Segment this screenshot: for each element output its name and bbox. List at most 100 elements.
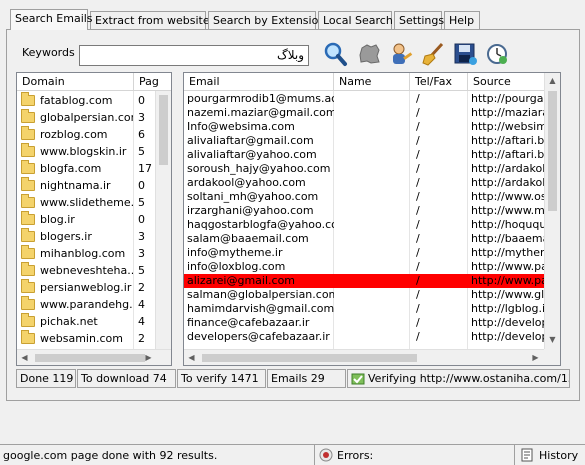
tab-settings[interactable]: Settings	[394, 11, 444, 29]
list-item[interactable]: blog.ir 0	[17, 211, 155, 228]
domain-name: www.blogskin.ir	[40, 145, 127, 158]
verify-check-icon	[351, 372, 365, 387]
status-message: google.com page done with 92 results.	[0, 444, 314, 465]
email-list[interactable]: Email Name Tel/Fax Source pourgarmrodib1…	[183, 72, 561, 366]
domain-name: fatablog.com	[40, 94, 113, 107]
scroll-up-arrow[interactable]: ▲	[545, 73, 560, 88]
errors-indicator[interactable]: Errors:	[314, 444, 514, 465]
table-row[interactable]: salam@baaemail.com / http://baaema	[184, 232, 544, 246]
email-cell: pourgarmrodib1@mums.ac.ir	[187, 92, 334, 105]
email-cell: alivaliaftar@gmail.com	[187, 134, 314, 147]
list-item[interactable]: mihanblog.com 3	[17, 245, 155, 262]
tab-extract-from-websites[interactable]: Extract from website(s)	[90, 11, 224, 29]
history-icon	[520, 448, 534, 465]
table-row[interactable]: hamimdarvish@gmail.com / http://lgblog.ir	[184, 302, 544, 316]
scroll-left-arrow[interactable]: ◀	[17, 350, 32, 365]
domain-name: persianweblog.ir	[40, 281, 132, 294]
scroll-thumb[interactable]	[202, 354, 417, 362]
history-button[interactable]: History	[514, 444, 585, 465]
column-header-email[interactable]: Email	[184, 73, 334, 91]
tel-fax-cell: /	[416, 288, 420, 301]
list-item[interactable]: websamin.com 2	[17, 330, 155, 347]
source-cell: http://websima	[471, 120, 544, 133]
list-item[interactable]: webneveshteha.... 5	[17, 262, 155, 279]
source-cell: http://mytheme	[471, 246, 544, 259]
list-item[interactable]: rozblog.com 6	[17, 126, 155, 143]
tab-local-search[interactable]: Local Search	[318, 11, 393, 29]
folder-icon	[21, 245, 35, 259]
email-horizontal-scrollbar[interactable]: ◀ ▶	[184, 349, 544, 365]
column-header-pages[interactable]: Pag	[134, 73, 171, 91]
scroll-right-arrow[interactable]: ▶	[141, 350, 156, 365]
list-item[interactable]: pichak.net 4	[17, 313, 155, 330]
tab-help[interactable]: Help	[444, 11, 480, 29]
domain-pages: 0	[138, 213, 145, 226]
table-row[interactable]: ardakool@yahoo.com / http://ardakol.	[184, 176, 544, 190]
user-tool-icon[interactable]	[388, 41, 414, 67]
table-row[interactable]: info@loxblog.com / http://www.pa	[184, 260, 544, 274]
keywords-label: Keywords	[22, 46, 75, 59]
domain-name: blogers.ir	[40, 230, 92, 243]
table-row[interactable]: salman@globalpersian.com / http://www.gl	[184, 288, 544, 302]
domain-name: websamin.com	[40, 332, 123, 345]
table-row[interactable]: alivaliaftar@gmail.com / http://aftari.blo	[184, 134, 544, 148]
list-item[interactable]: fatablog.com 0	[17, 92, 155, 109]
folder-icon	[21, 143, 35, 157]
table-row[interactable]: haqgostarblogfa@yahoo.com / http://hoququ	[184, 218, 544, 232]
source-cell: http://aftari.blo	[471, 148, 544, 161]
table-row[interactable]: info@mytheme.ir / http://mytheme	[184, 246, 544, 260]
table-row[interactable]: developers@cafebazaar.ir / http://develop	[184, 330, 544, 344]
table-row-selected[interactable]: alizarei@gmail.com / http://www.pa	[184, 274, 544, 288]
column-header-domain[interactable]: Domain	[17, 73, 134, 91]
clock-refresh-icon[interactable]	[484, 41, 510, 67]
table-row[interactable]: pourgarmrodib1@mums.ac.ir / http://pourgan	[184, 92, 544, 106]
source-cell: http://ardakol.	[471, 176, 544, 189]
domain-vertical-scrollbar[interactable]	[155, 91, 171, 349]
table-row[interactable]: irzarghani@yahoo.com / http://www.m2	[184, 204, 544, 218]
column-header-tel-fax[interactable]: Tel/Fax	[410, 73, 468, 91]
domain-horizontal-scrollbar[interactable]: ◀ ▶	[17, 349, 171, 365]
tab-search-emails[interactable]: Search Emails	[10, 9, 93, 30]
broom-icon[interactable]	[420, 41, 446, 67]
domain-pages: 3	[138, 230, 145, 243]
tel-fax-cell: /	[416, 204, 420, 217]
scroll-thumb[interactable]	[159, 95, 168, 165]
domain-list[interactable]: Domain Pag fatablog.com 0 globalpersian.co…	[16, 72, 172, 366]
scroll-thumb[interactable]	[548, 91, 557, 211]
scroll-right-arrow[interactable]: ▶	[528, 350, 543, 365]
name-cell	[334, 92, 410, 106]
name-cell	[334, 302, 410, 316]
table-row[interactable]: Info@websima.com / http://websima	[184, 120, 544, 134]
search-icon[interactable]	[322, 41, 348, 67]
list-item[interactable]: persianweblog.ir 2	[17, 279, 155, 296]
table-row[interactable]: alivaliaftar@yahoo.com / http://aftari.blo	[184, 148, 544, 162]
table-row[interactable]: soroush_hajy@yahoo.com / http://ardakol.	[184, 162, 544, 176]
list-item[interactable]: blogers.ir 3	[17, 228, 155, 245]
save-disk-icon[interactable]	[452, 41, 478, 67]
list-item[interactable]: www.parandehg... 4	[17, 296, 155, 313]
scroll-down-arrow[interactable]: ▼	[545, 332, 560, 347]
table-row[interactable]: nazemi.maziar@gmail.com / http://maziaran	[184, 106, 544, 120]
keywords-input[interactable]: وبلاگ	[79, 45, 309, 66]
domain-pages: 0	[138, 179, 145, 192]
email-cell: info@mytheme.ir	[187, 246, 283, 259]
scroll-thumb[interactable]	[35, 354, 145, 362]
list-item[interactable]: blogfa.com 17	[17, 160, 155, 177]
list-item[interactable]: www.blogskin.ir 5	[17, 143, 155, 160]
email-vertical-scrollbar[interactable]: ▲ ▼	[544, 73, 560, 349]
domain-pages: 3	[138, 247, 145, 260]
table-row[interactable]: finance@cafebazaar.ir / http://develop	[184, 316, 544, 330]
list-item[interactable]: www.slidetheme.ir 5	[17, 194, 155, 211]
world-map-icon[interactable]	[356, 41, 382, 67]
scroll-left-arrow[interactable]: ◀	[184, 350, 199, 365]
column-header-name[interactable]: Name	[334, 73, 410, 91]
folder-icon	[21, 194, 35, 208]
table-row[interactable]: soltani_mh@yahoo.com / http://www.os	[184, 190, 544, 204]
list-item[interactable]: globalpersian.com 3	[17, 109, 155, 126]
name-cell	[334, 162, 410, 176]
name-cell	[334, 330, 410, 344]
status-verifying: Verifying http://www.ostaniha.com/1393/\	[347, 369, 570, 388]
list-item[interactable]: nightnama.ir 0	[17, 177, 155, 194]
tab-search-by-extension[interactable]: Search by Extension	[208, 11, 325, 29]
folder-icon	[21, 262, 35, 276]
